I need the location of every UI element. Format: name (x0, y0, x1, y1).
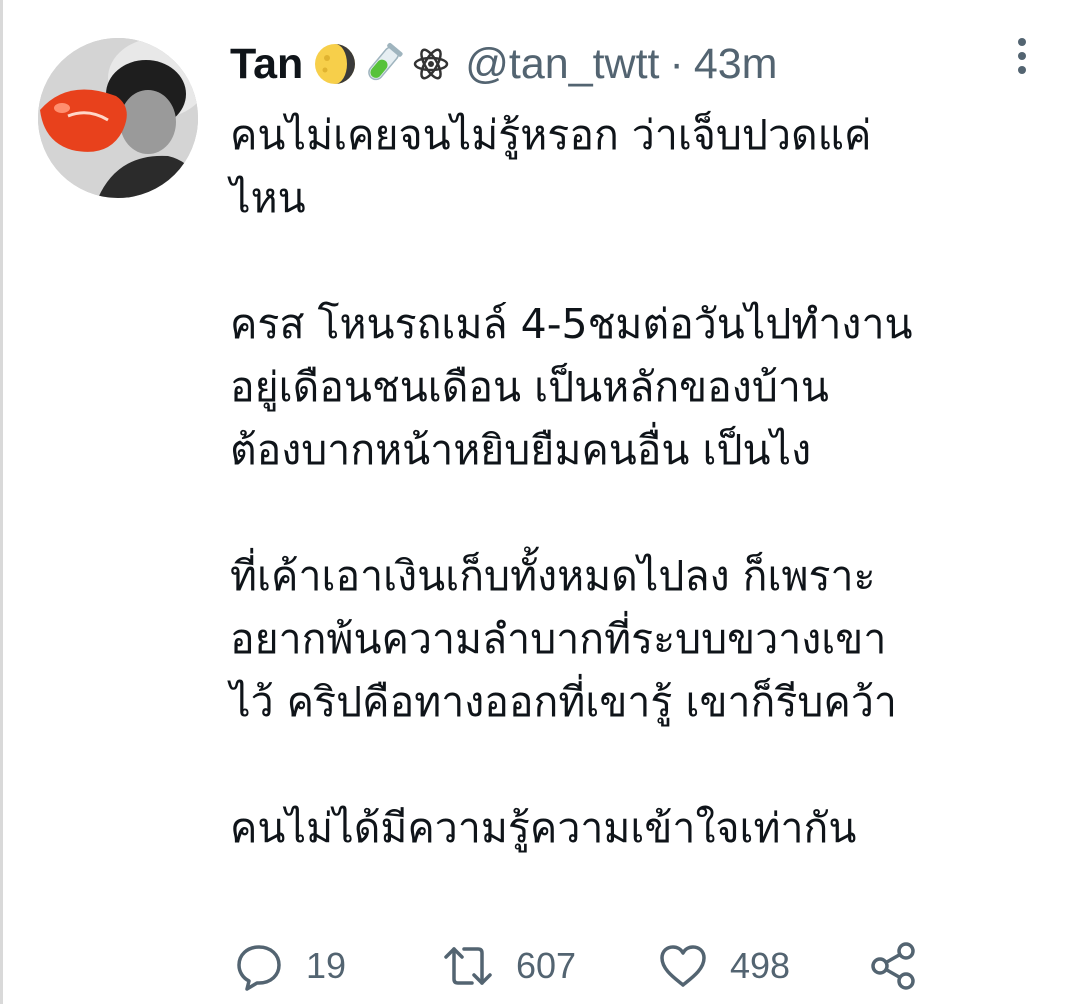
avatar-image (38, 38, 198, 198)
retweet-icon (444, 947, 492, 985)
left-border (0, 0, 3, 1004)
share-icon (871, 942, 915, 990)
author-name[interactable]: Tan (230, 40, 303, 89)
author-handle[interactable]: @tan_twtt (465, 40, 659, 89)
tweet-actions: 19 607 498 (232, 938, 932, 994)
tweet-header: Tan @tan_twtt · 43m (230, 36, 778, 92)
tweet-text-line: คนไม่ได้มีความรู้ความเข้าใจเท่ากัน (230, 804, 857, 852)
tweet-text: คนไม่เคยจนไม่รู้หรอก ว่าเจ็บปวดแค่ ไหน ค… (230, 104, 1050, 860)
retweet-button[interactable]: 607 (440, 938, 576, 994)
more-options-button[interactable] (1008, 36, 1036, 78)
atom-emoji (409, 42, 453, 86)
heart-icon (660, 945, 706, 987)
reply-button[interactable]: 19 (232, 938, 346, 994)
moon-emoji (313, 42, 357, 86)
separator-dot: · (669, 39, 684, 88)
tweet-text-line: ครส โหนรถเมล์ 4-5ชมต่อวันไปทำงาน (230, 300, 913, 348)
avatar[interactable] (38, 38, 198, 198)
tweet-text-line: ต้องบากหน้าหยิบยืมคนอื่น เป็นไง (230, 426, 812, 474)
share-button[interactable] (868, 938, 920, 994)
reply-icon (237, 945, 281, 991)
like-count: 498 (730, 945, 791, 986)
like-button[interactable]: 498 (656, 938, 790, 994)
tweet-text-line: คนไม่เคยจนไม่รู้หรอก ว่าเจ็บปวดแค่ (230, 111, 872, 159)
tweet-text-line: ไหน (230, 174, 306, 222)
retweet-count: 607 (516, 945, 577, 986)
tweet-text-line: อยากพ้นความลำบากที่ระบบขวางเขา (230, 615, 887, 663)
test-tube-emoji (361, 42, 405, 86)
tweet-text-line: ที่เค้าเอาเงินเก็บทั้งหมดไปลง ก็เพราะ (230, 552, 876, 600)
reply-count: 19 (306, 945, 347, 986)
tweet-timestamp[interactable]: 43m (694, 40, 778, 89)
tweet-text-line: ไว้ คริปคือทางออกที่เขารู้ เขาก็รีบคว้า (230, 678, 897, 726)
tweet-text-line: อยู่เดือนชนเดือน เป็นหลักของบ้าน (230, 363, 829, 411)
more-vertical-icon (1018, 38, 1026, 74)
